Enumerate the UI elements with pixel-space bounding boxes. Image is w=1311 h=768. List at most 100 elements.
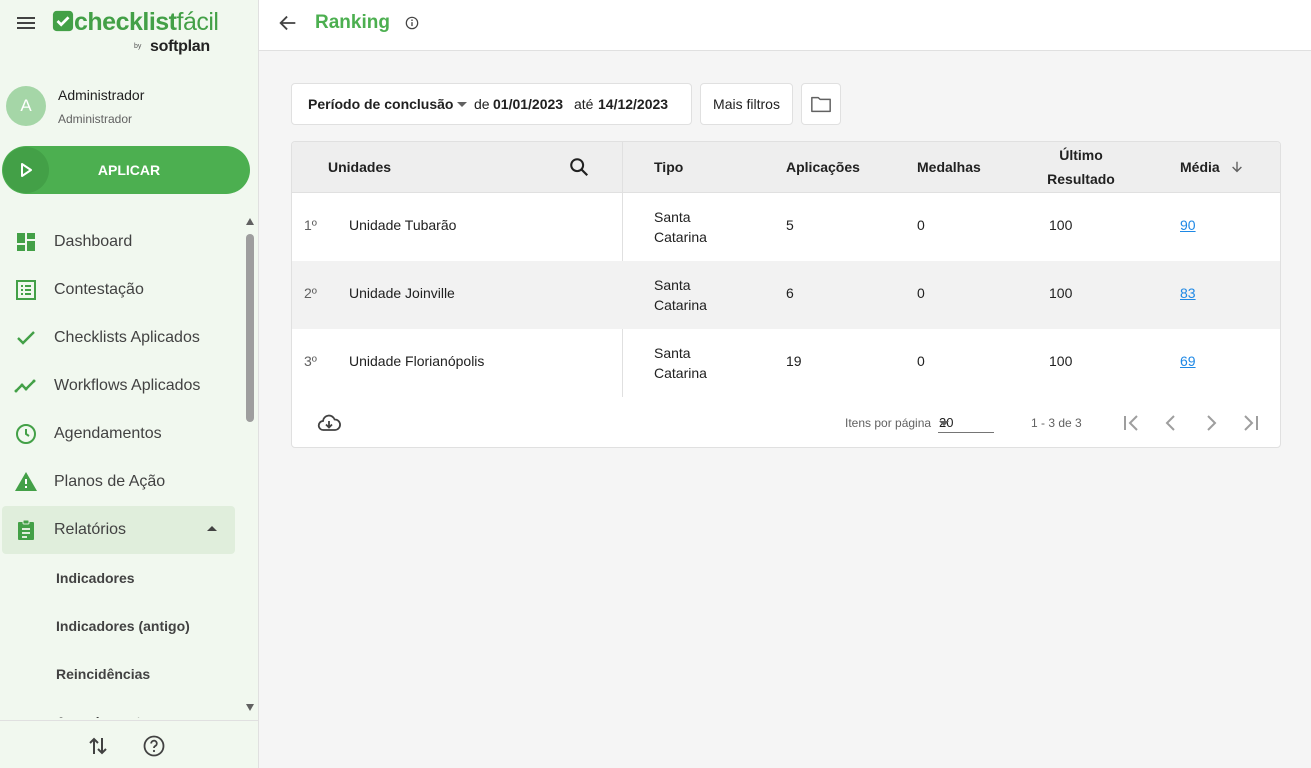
table-row[interactable]: 1º Unidade Tubarão Santa Catarina 5 0 100… — [292, 193, 1280, 261]
period-filter[interactable]: Período de conclusão de 01/01/2023 até 1… — [291, 83, 692, 125]
period-ate-text: até — [574, 96, 594, 112]
row-media-link[interactable]: 69 — [1180, 353, 1196, 369]
sidebar-item-relatorios[interactable]: Relatórios — [2, 506, 235, 554]
logo-softplan: softplan — [150, 38, 210, 55]
chevron-down-icon — [457, 102, 467, 107]
period-filter-label: Período de conclusão — [308, 96, 454, 112]
sidebar-item-checklists-aplicados[interactable]: Checklists Aplicados — [0, 314, 243, 362]
column-header-unidades[interactable]: Unidades — [328, 155, 391, 179]
sidebar-scrollbar[interactable] — [243, 214, 258, 718]
clock-icon — [16, 424, 36, 444]
user-profile: A Administrador Administrador — [0, 80, 258, 136]
first-page-icon[interactable] — [1119, 411, 1143, 435]
row-tipo: Santa Catarina — [654, 343, 754, 383]
row-tipo-line1: Santa — [654, 345, 691, 361]
logo-check-icon — [52, 10, 74, 32]
row-tipo-line2: Catarina — [654, 365, 707, 381]
row-aplicacoes: 6 — [786, 285, 794, 301]
search-icon[interactable] — [568, 156, 590, 178]
row-tipo-line1: Santa — [654, 209, 691, 225]
row-rank: 3º — [304, 353, 317, 369]
info-icon[interactable] — [405, 16, 419, 30]
menu-icon[interactable] — [14, 11, 38, 35]
logo: checklistfácil by softplan — [52, 8, 232, 60]
row-medalhas: 0 — [917, 285, 925, 301]
warning-icon — [15, 472, 37, 491]
sidebar-item-label: Contestação — [54, 281, 144, 298]
user-role: Administrador — [58, 112, 133, 126]
sidebar-item-label: Workflows Aplicados — [54, 377, 201, 394]
chevron-up-icon — [207, 526, 217, 531]
folder-button[interactable] — [801, 83, 841, 125]
column-header-aplicacoes[interactable]: Aplicações — [786, 155, 860, 179]
table-row[interactable]: 3º Unidade Florianópolis Santa Catarina 1… — [292, 329, 1280, 397]
help-icon[interactable] — [142, 734, 166, 758]
sidebar-item-label: Relatórios — [54, 521, 127, 538]
row-tipo-line2: Catarina — [654, 297, 707, 313]
column-header-ultimo-line2: Resultado — [1047, 171, 1115, 187]
user-name: Administrador — [58, 87, 145, 103]
page-header: Ranking — [259, 0, 1311, 51]
column-header-tipo[interactable]: Tipo — [654, 155, 683, 179]
cloud-download-icon[interactable] — [317, 411, 341, 435]
row-aplicacoes: 19 — [786, 353, 802, 369]
sidebar-item-label: Agendamentos — [54, 425, 162, 442]
sidebar-subitem-reincidencias[interactable]: Reincidências — [0, 650, 243, 698]
column-header-media[interactable]: Média — [1180, 155, 1220, 179]
row-ultimo-resultado: 100 — [1049, 217, 1073, 233]
dashboard-icon — [17, 233, 35, 251]
swap-vertical-icon[interactable] — [86, 734, 110, 758]
clipboard-icon — [18, 519, 34, 540]
page-title: Ranking — [315, 12, 390, 33]
next-page-icon[interactable] — [1199, 411, 1223, 435]
row-media-link[interactable]: 90 — [1180, 217, 1196, 233]
row-tipo-line1: Santa — [654, 277, 691, 293]
row-unit: Unidade Tubarão — [349, 217, 457, 233]
more-filters-button[interactable]: Mais filtros — [700, 83, 793, 125]
folder-icon — [811, 96, 831, 113]
logo-by: by — [134, 43, 142, 50]
last-page-icon[interactable] — [1239, 411, 1263, 435]
arrow-down-icon[interactable] — [1230, 160, 1244, 174]
list-icon — [16, 280, 36, 300]
row-ultimo-resultado: 100 — [1049, 353, 1073, 369]
sidebar-item-planos-de-acao[interactable]: Planos de Ação — [0, 458, 243, 506]
scroll-up-arrow-icon[interactable] — [246, 218, 254, 225]
table-header: Unidades Tipo Aplicações Medalhas Último… — [292, 142, 1280, 193]
row-tipo: Santa Catarina — [654, 207, 754, 247]
sidebar-item-contestacao[interactable]: Contestação — [0, 266, 243, 314]
sidebar: checklistfácil by softplan A Administrad… — [0, 0, 259, 768]
sidebar-item-label: Dashboard — [54, 233, 133, 250]
logo-main: checklistfácil — [52, 8, 219, 37]
period-end-date: 14/12/2023 — [598, 96, 669, 112]
sidebar-header: checklistfácil by softplan — [0, 0, 258, 62]
sidebar-item-workflows-aplicados[interactable]: Workflows Aplicados — [0, 362, 243, 410]
logo-text-thin: fácil — [176, 8, 219, 36]
row-rank: 1º — [304, 217, 317, 233]
scrollbar-thumb[interactable] — [246, 234, 254, 422]
sidebar-item-dashboard[interactable]: Dashboard — [0, 218, 243, 266]
sidebar-subitem-indicadores-antigo[interactable]: Indicadores (antigo) — [0, 602, 243, 650]
arrow-back-icon[interactable] — [277, 12, 299, 34]
items-per-page-label: Itens por página — [845, 416, 932, 430]
previous-page-icon[interactable] — [1159, 411, 1183, 435]
ranking-table: Unidades Tipo Aplicações Medalhas Último… — [291, 141, 1281, 448]
pagination-range: 1 - 3 de 3 — [1031, 416, 1082, 430]
sidebar-subitem-agendamentos[interactable]: Agendamentos — [0, 698, 243, 718]
table-row[interactable]: 2º Unidade Joinville Santa Catarina 6 0 1… — [292, 261, 1280, 329]
row-media-link[interactable]: 83 — [1180, 285, 1196, 301]
table-footer: Itens por página 20 1 - 3 de 3 — [292, 397, 1280, 447]
items-per-page-select[interactable]: 20 — [938, 411, 994, 433]
column-header-ultimo-resultado[interactable]: Último Resultado — [1039, 143, 1123, 191]
trending-icon — [14, 379, 36, 393]
sidebar-nav: Dashboard Contestação Checklists Aplicad… — [0, 218, 243, 718]
apply-button[interactable]: APLICAR — [2, 146, 250, 194]
sidebar-item-label: Planos de Ação — [54, 473, 166, 490]
sidebar-item-agendamentos[interactable]: Agendamentos — [0, 410, 243, 458]
sidebar-subitem-indicadores[interactable]: Indicadores — [0, 554, 243, 602]
column-header-medalhas[interactable]: Medalhas — [917, 155, 981, 179]
chevron-down-icon — [939, 421, 949, 426]
period-de-text: de — [474, 96, 490, 112]
scroll-down-arrow-icon[interactable] — [246, 704, 254, 711]
avatar: A — [6, 86, 46, 126]
